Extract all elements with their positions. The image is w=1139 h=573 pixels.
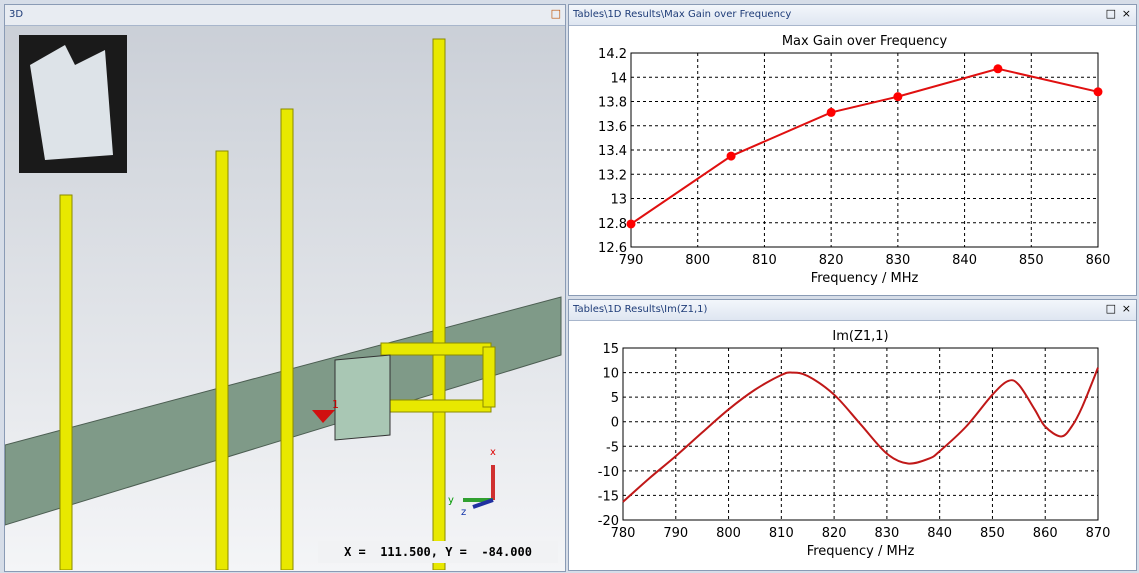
- x-tick-label: 850: [1019, 253, 1044, 268]
- 3d-panel-title: 3D: [5, 5, 565, 26]
- y-tick-label: 15: [602, 342, 619, 357]
- axis-x-label: x: [490, 447, 496, 458]
- im-z-panel: Tables\1D Results\Im(Z1,1) □ × Im(Z1,1) 7…: [568, 299, 1137, 571]
- y-tick-label: 5: [611, 391, 619, 406]
- y-tick-label: 10: [602, 367, 619, 382]
- data-point: [826, 107, 836, 117]
- im-z-panel-title: Tables\1D Results\Im(Z1,1): [569, 300, 1136, 321]
- feed-box: [334, 354, 391, 441]
- data-point: [893, 92, 903, 102]
- chart-title: Im(Z1,1): [832, 329, 888, 344]
- y-tick-label: 12.8: [598, 217, 627, 232]
- 3d-model-viewport[interactable]: 1 x y z: [5, 25, 565, 570]
- y-tick-label: 13.6: [598, 120, 627, 135]
- y-tick-label: -5: [606, 440, 619, 455]
- x-axis-label: Frequency / MHz: [811, 271, 919, 286]
- x-tick-label: 840: [952, 253, 977, 268]
- axis-y-label: y: [448, 495, 454, 506]
- max-gain-panel-title: Tables\1D Results\Max Gain over Frequenc…: [569, 5, 1136, 26]
- port-label: 1: [332, 398, 339, 411]
- y-tick-label: 13: [610, 193, 627, 208]
- y-tick-label: 14: [610, 71, 627, 86]
- x-tick-label: 820: [822, 526, 847, 541]
- x-axis-label: Frequency / MHz: [807, 544, 915, 559]
- maximize-button[interactable]: □: [1106, 302, 1116, 315]
- im-z-chart: Im(Z1,1)780 790 800 810 820 830 840 850 860 870-2…: [598, 329, 1111, 559]
- max-gain-panel: Tables\1D Results\Max Gain over Frequenc…: [568, 4, 1137, 296]
- y-tick-label: -20: [598, 514, 619, 529]
- y-tick-label: 14.2: [598, 47, 627, 62]
- coordinate-readout: X = 111.500, Y = -84.000: [318, 541, 558, 563]
- data-point: [626, 219, 636, 229]
- y-tick-label: -15: [598, 489, 619, 504]
- y-tick-label: 0: [611, 416, 619, 431]
- y-tick-label: 13.8: [598, 96, 627, 111]
- x-tick-label: 860: [1033, 526, 1058, 541]
- data-point: [1093, 87, 1103, 97]
- x-tick-label: 870: [1086, 526, 1111, 541]
- axis-z-label: z: [461, 507, 466, 518]
- x-tick-label: 860: [1086, 253, 1111, 268]
- thumbnail-shape: [30, 45, 113, 160]
- x-tick-label: 800: [685, 253, 710, 268]
- max-gain-chart: Max Gain over Frequency790 800 810 820 830 84…: [598, 34, 1111, 286]
- maximize-button[interactable]: □: [551, 7, 561, 20]
- close-button[interactable]: ×: [1122, 7, 1131, 20]
- y-tick-label: 12.6: [598, 241, 627, 256]
- close-button[interactable]: ×: [1122, 302, 1131, 315]
- y-tick-label: 13.4: [598, 144, 627, 159]
- data-point: [993, 64, 1003, 74]
- x-tick-label: 800: [716, 526, 741, 541]
- x-tick-label: 790: [663, 526, 688, 541]
- 3d-view-panel[interactable]: 3D □ 1 x y z: [4, 4, 566, 572]
- x-tick-label: 850: [980, 526, 1005, 541]
- data-point: [726, 151, 736, 161]
- maximize-button[interactable]: □: [1106, 7, 1116, 20]
- x-tick-label: 810: [769, 526, 794, 541]
- plot-frame: [622, 347, 1099, 521]
- x-tick-label: 820: [819, 253, 844, 268]
- x-tick-label: 830: [885, 253, 910, 268]
- x-tick-label: 810: [752, 253, 777, 268]
- axes-gizmo: x y z: [448, 447, 496, 518]
- series-line: [630, 67, 1099, 225]
- chart-title: Max Gain over Frequency: [782, 34, 948, 49]
- y-tick-label: -10: [598, 465, 619, 480]
- x-tick-label: 830: [874, 526, 899, 541]
- series-line: [622, 367, 1099, 503]
- x-tick-label: 840: [927, 526, 952, 541]
- y-tick-label: 13.2: [598, 168, 627, 183]
